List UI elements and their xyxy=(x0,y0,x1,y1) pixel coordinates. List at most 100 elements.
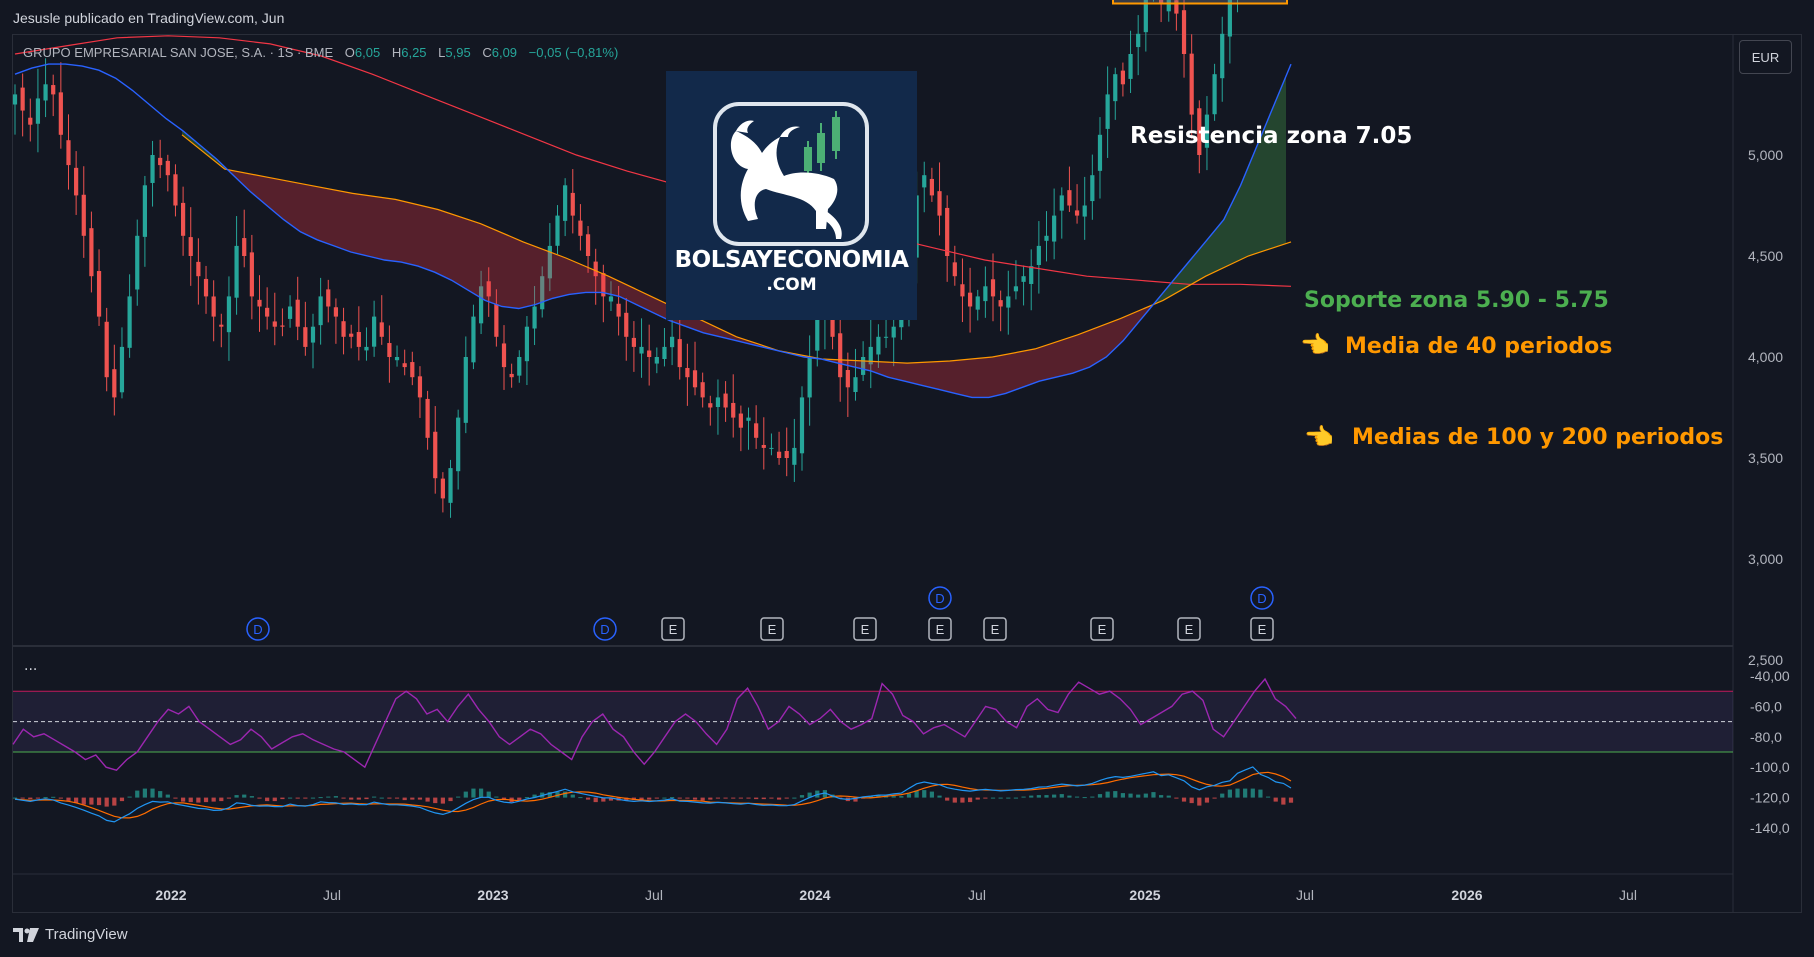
macd-bar xyxy=(287,797,293,799)
candle-body xyxy=(983,286,988,302)
candle xyxy=(1006,270,1011,335)
candle xyxy=(647,324,652,386)
candle-body xyxy=(372,316,377,347)
symbol-legend[interactable]: GRUPO EMPRESARIAL SAN JOSE, S.A. · 1S · … xyxy=(23,45,618,60)
currency-button[interactable]: EUR xyxy=(1739,40,1792,74)
candle xyxy=(341,307,346,355)
time-tick-label: 2025 xyxy=(1129,887,1160,903)
earnings-marker: E xyxy=(983,617,1007,641)
candle xyxy=(639,318,644,378)
candle-body xyxy=(853,377,858,393)
candle xyxy=(257,275,262,332)
candle xyxy=(555,205,560,255)
candle xyxy=(937,162,942,236)
candle-body xyxy=(647,350,652,357)
macd-bar xyxy=(456,796,461,798)
oscillator-tick-label: -60,0 xyxy=(1750,698,1782,714)
tradingview-brand[interactable]: TradingView xyxy=(13,926,128,943)
candle-body xyxy=(119,346,125,393)
candle xyxy=(960,258,965,323)
candle-body xyxy=(96,271,102,317)
candle xyxy=(333,298,339,344)
macd-bar xyxy=(463,791,468,798)
earnings-marker: E xyxy=(1250,617,1274,641)
candle xyxy=(356,306,361,361)
candle-body xyxy=(410,362,415,378)
candle xyxy=(387,325,392,383)
candle xyxy=(1105,66,1110,158)
candle xyxy=(425,390,430,450)
candle-body xyxy=(1097,134,1103,171)
candle-body xyxy=(333,307,339,317)
candle-body xyxy=(738,413,743,428)
macd-bar xyxy=(563,791,568,798)
candle-body xyxy=(960,284,965,297)
candle-body xyxy=(608,296,614,302)
candle xyxy=(685,343,690,406)
candle xyxy=(761,417,766,470)
pane-menu-button[interactable]: ... xyxy=(24,658,37,674)
macd-bar xyxy=(677,797,682,799)
time-tick-label: Jul xyxy=(645,887,663,903)
candle xyxy=(1059,187,1064,239)
symbol-name[interactable]: GRUPO EMPRESARIAL SAN JOSE, S.A. · 1S · … xyxy=(23,45,333,60)
macd-bar xyxy=(410,797,415,800)
earnings-marker-label: E xyxy=(991,622,1000,637)
candle-body xyxy=(249,252,254,297)
candle-body xyxy=(379,322,384,337)
oscillator-tick-label: -100,0 xyxy=(1750,759,1790,775)
candle-body xyxy=(51,85,56,95)
low-value: 5,95 xyxy=(445,45,471,60)
candle-body xyxy=(165,160,170,176)
macd-bar xyxy=(234,795,239,798)
candle-body xyxy=(127,296,132,348)
macd-bar xyxy=(585,797,591,800)
candle xyxy=(501,325,507,390)
earnings-marker-label: E xyxy=(1185,622,1194,637)
macd-bar xyxy=(983,797,988,799)
candle-body xyxy=(784,451,789,458)
candle xyxy=(242,209,247,268)
macd-bar xyxy=(967,797,973,803)
ma40-label: Media de 40 periodos xyxy=(1345,334,1612,359)
candle-body xyxy=(776,451,782,458)
candle-body xyxy=(318,296,323,326)
macd-bar xyxy=(922,790,927,798)
candle-body xyxy=(677,339,682,368)
candle xyxy=(945,195,950,282)
candle xyxy=(463,336,468,434)
candle xyxy=(440,472,445,513)
candle-body xyxy=(1021,276,1026,282)
change-value: −0,05 (−0,81%) xyxy=(528,45,619,60)
candle xyxy=(165,154,170,192)
candle xyxy=(142,175,147,267)
macd-bar xyxy=(257,797,262,799)
macd-bar xyxy=(654,797,659,799)
candle-body xyxy=(967,292,973,307)
candle-body xyxy=(1220,33,1225,79)
candle xyxy=(150,140,155,207)
candle xyxy=(799,386,805,471)
oscillator-tick-label: -80,0 xyxy=(1750,729,1782,745)
candle xyxy=(1036,221,1041,294)
macd-bar xyxy=(265,797,270,802)
macd-bar xyxy=(647,797,652,800)
macd-bar xyxy=(746,797,751,799)
candle xyxy=(509,363,514,388)
candle xyxy=(1044,211,1049,262)
candle xyxy=(28,98,33,142)
candle xyxy=(96,249,102,326)
support-box xyxy=(1112,0,1288,5)
macd-bar xyxy=(112,797,117,806)
candle-body xyxy=(616,303,621,317)
macd-bar xyxy=(12,797,18,799)
candle xyxy=(998,290,1003,332)
macd-bar xyxy=(127,796,132,798)
macd-bar xyxy=(1281,797,1286,805)
earnings-marker-label: E xyxy=(861,622,870,637)
candle-body xyxy=(639,346,644,354)
macd-bar xyxy=(1052,794,1057,798)
candle-body xyxy=(1059,195,1064,211)
candle xyxy=(1220,16,1225,102)
candle-body xyxy=(364,346,369,351)
